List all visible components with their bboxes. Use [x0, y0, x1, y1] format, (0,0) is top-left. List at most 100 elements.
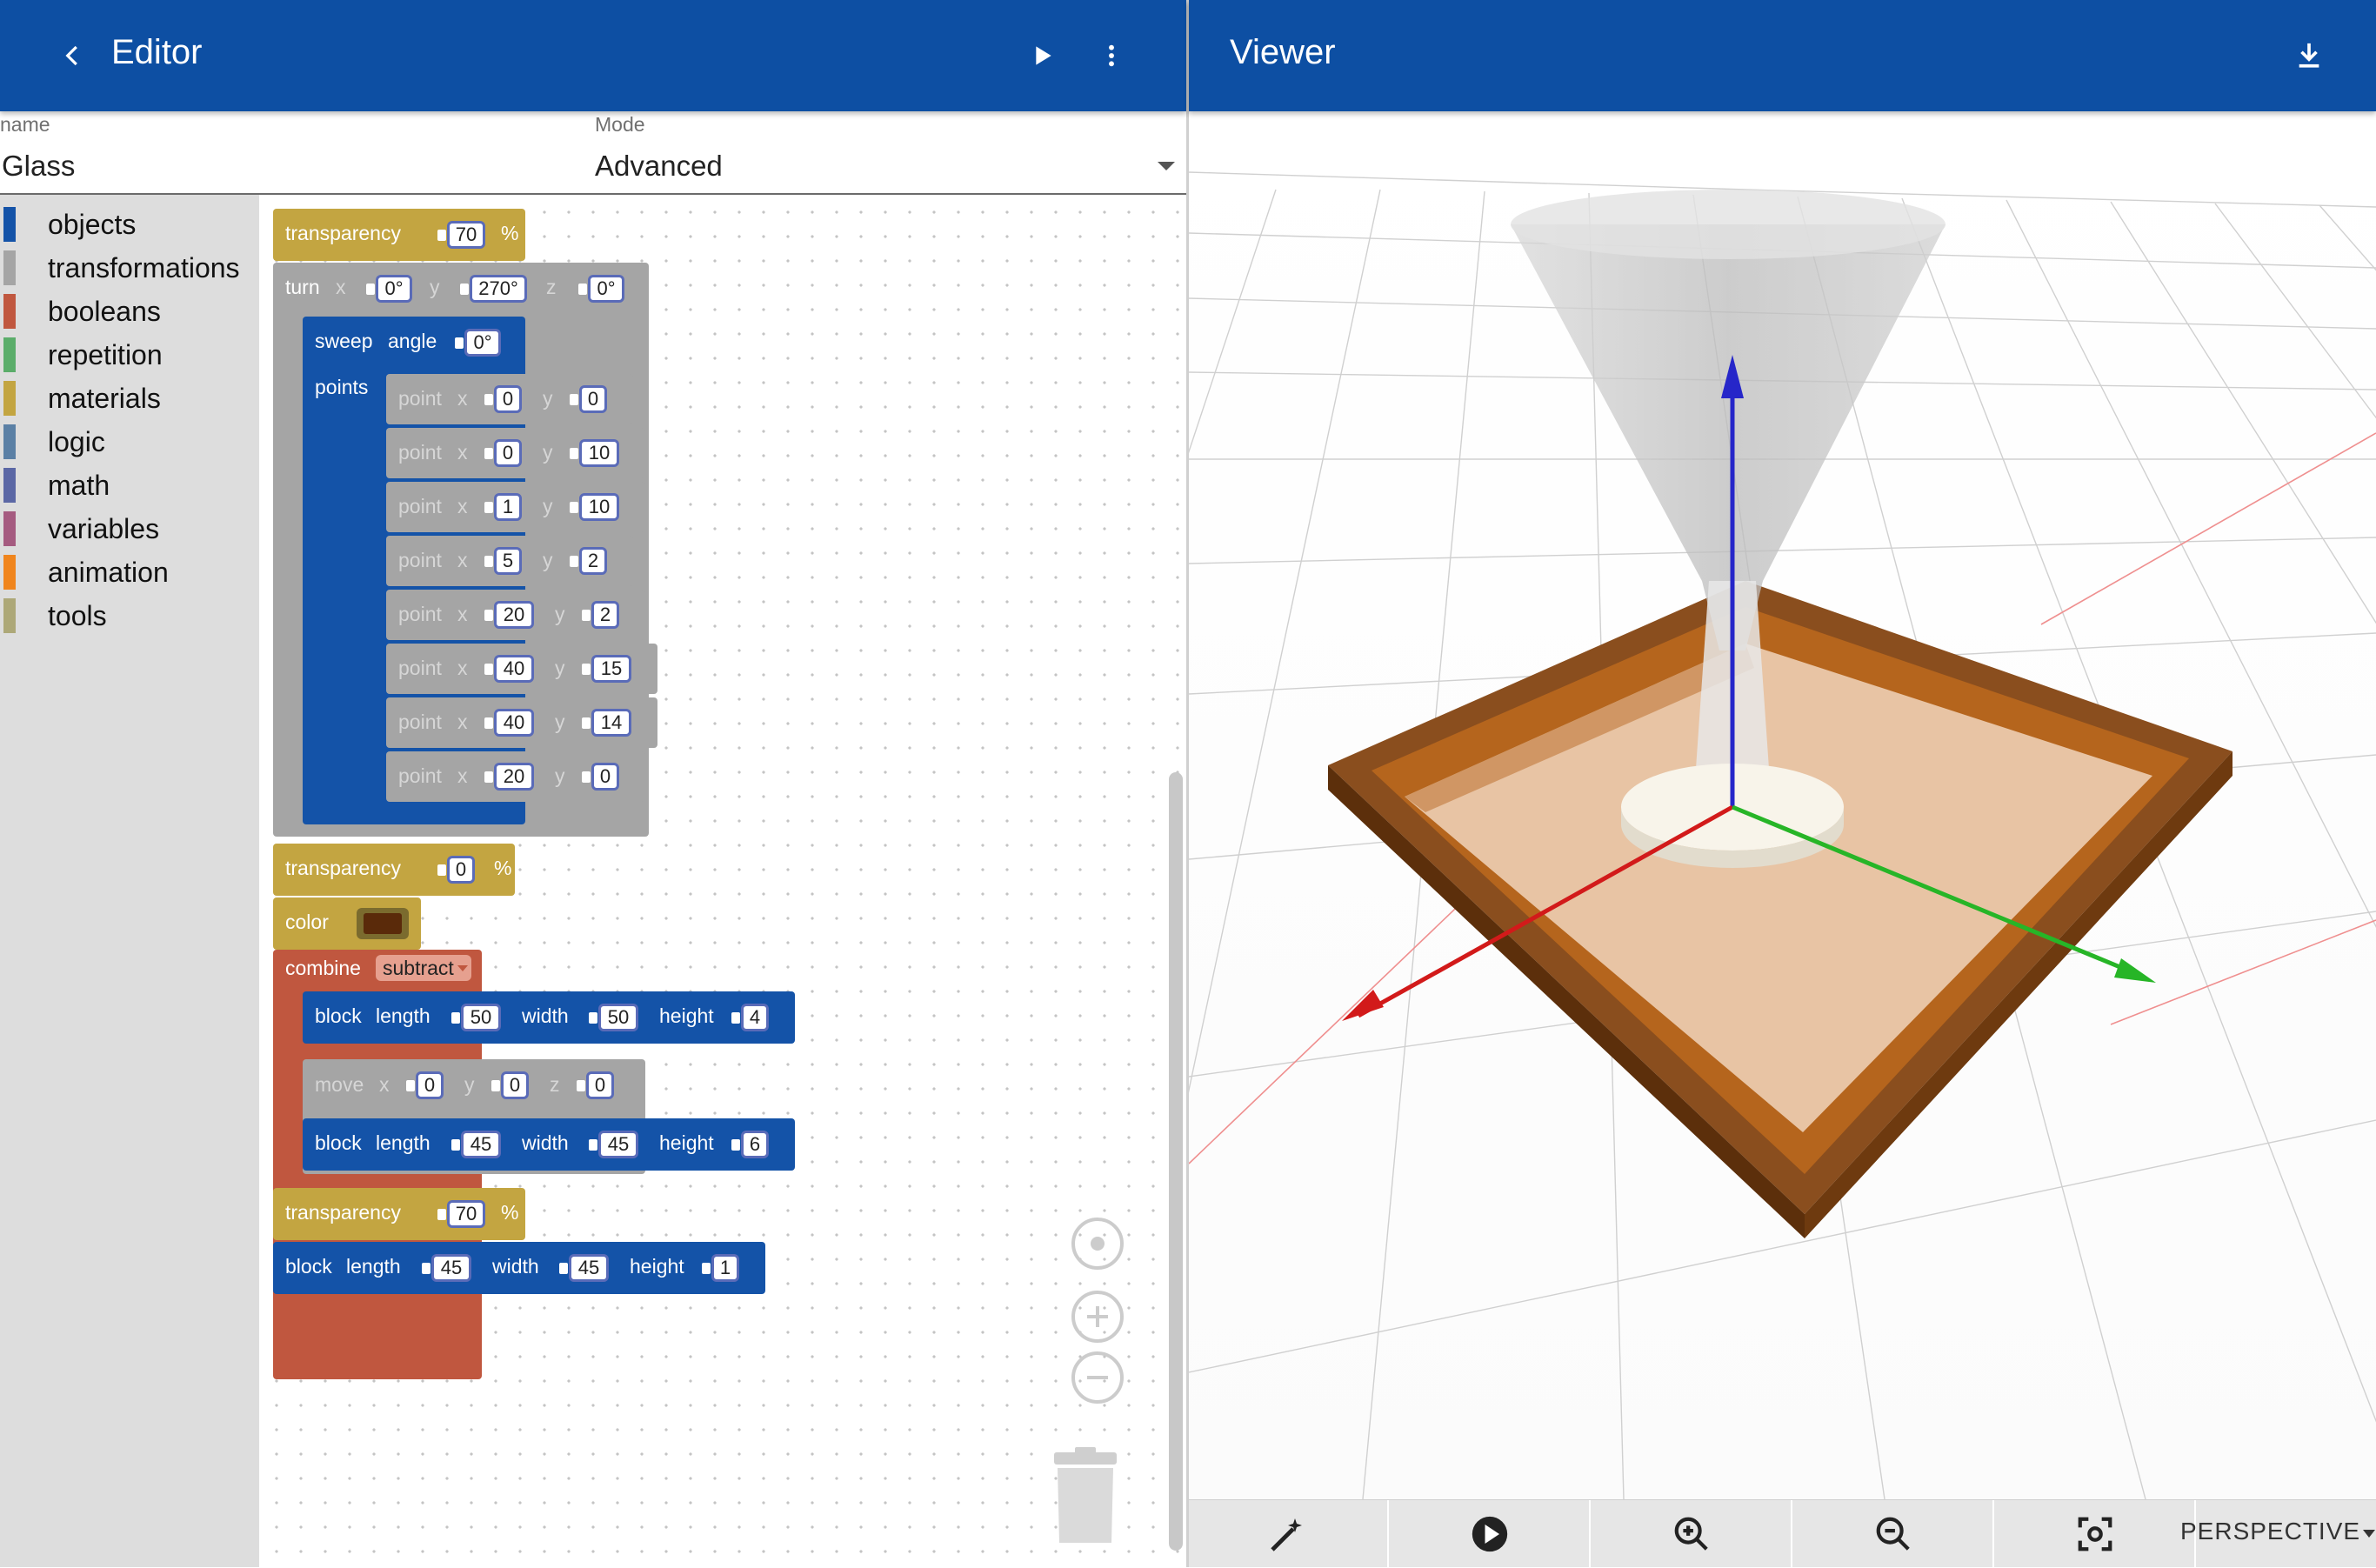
block-label: block: [315, 1004, 362, 1027]
height-label: height: [630, 1255, 684, 1278]
point-x-value[interactable]: 0: [484, 385, 522, 413]
block-block[interactable]: block length 45 width 45 height 1: [273, 1242, 765, 1294]
viewer-zoom-out-button[interactable]: [1794, 1500, 1994, 1568]
transparency-block[interactable]: transparency 70 %: [273, 209, 525, 261]
move-y-value[interactable]: 0: [491, 1071, 529, 1099]
transparency-block[interactable]: transparency 0 %: [273, 844, 515, 896]
length-value[interactable]: 50: [451, 1004, 501, 1031]
workspace-scrollbar[interactable]: [1169, 772, 1183, 1551]
point-block[interactable]: point x 0 y 0: [386, 374, 633, 424]
toolbox-category-objects[interactable]: objects: [0, 202, 259, 245]
point-block[interactable]: point x 0 y 10: [386, 428, 645, 478]
point-block[interactable]: point x 40 y 15: [386, 644, 657, 694]
point-block[interactable]: point x 40 y 14: [386, 697, 657, 748]
color-block[interactable]: color: [273, 897, 421, 950]
color-swatch[interactable]: [357, 908, 409, 939]
chevron-down-icon: [457, 965, 468, 971]
block-label: color: [285, 911, 329, 933]
point-y-value[interactable]: 10: [570, 439, 619, 467]
point-y-value[interactable]: 0: [570, 385, 607, 413]
3d-scene: [840, 111, 2376, 1500]
editor-panel: Editor name Glass Mode Advanced objects …: [0, 0, 1186, 1567]
point-block[interactable]: point x 1 y 10: [386, 482, 645, 532]
width-value[interactable]: 45: [589, 1131, 638, 1158]
length-value[interactable]: 45: [451, 1131, 501, 1158]
transparency-value[interactable]: 70: [437, 1200, 485, 1228]
turn-y-value[interactable]: 270°: [460, 275, 527, 303]
mode-select[interactable]: Advanced: [595, 150, 723, 183]
sweep-angle-value[interactable]: 0°: [455, 329, 501, 357]
height-value[interactable]: 1: [702, 1254, 739, 1282]
point-x-value[interactable]: 1: [484, 493, 522, 521]
editor-app-bar: Editor: [0, 0, 1186, 111]
toolbox-category-variables[interactable]: variables: [0, 506, 259, 550]
run-button[interactable]: [1019, 33, 1065, 78]
category-label: transformations: [48, 252, 240, 284]
point-x-value[interactable]: 0: [484, 439, 522, 467]
move-x-value[interactable]: 0: [406, 1071, 444, 1099]
zoom-out-button[interactable]: [1071, 1351, 1124, 1404]
transparency-value[interactable]: 70: [437, 221, 485, 249]
turn-x-value[interactable]: 0°: [366, 275, 412, 303]
toolbox-category-animation[interactable]: animation: [0, 550, 259, 593]
trash-button[interactable]: [1051, 1447, 1120, 1546]
point-x-value[interactable]: 40: [484, 655, 534, 683]
recenter-button[interactable]: [1071, 1218, 1124, 1270]
turn-z-value[interactable]: 0°: [578, 275, 624, 303]
move-z-value[interactable]: 0: [577, 1071, 614, 1099]
transparency-block[interactable]: transparency 70 %: [273, 1188, 525, 1240]
point-x-value[interactable]: 20: [484, 601, 534, 629]
point-block[interactable]: point x 20 y 2: [386, 590, 645, 640]
width-value[interactable]: 50: [589, 1004, 638, 1031]
x-label: x: [457, 387, 468, 410]
toolbox-category-transformations[interactable]: transformations: [0, 245, 259, 289]
download-button[interactable]: [2285, 31, 2333, 80]
name-input[interactable]: Glass: [2, 150, 75, 183]
toolbox-category-repetition[interactable]: repetition: [0, 332, 259, 376]
block-block[interactable]: block length 45 width 45 height 6: [303, 1118, 795, 1171]
width-label: width: [492, 1255, 539, 1278]
height-value[interactable]: 4: [731, 1004, 769, 1031]
toolbox-category-math[interactable]: math: [0, 463, 259, 506]
block-label: transparency: [285, 857, 401, 879]
combine-op-dropdown[interactable]: subtract: [376, 955, 471, 981]
point-y-value[interactable]: 2: [570, 547, 607, 575]
3d-viewport[interactable]: [840, 111, 2376, 1500]
toolbox-category-tools[interactable]: tools: [0, 593, 259, 637]
height-value[interactable]: 6: [731, 1131, 769, 1158]
viewer-zoom-in-button[interactable]: [1592, 1500, 1792, 1568]
toolbox-category-logic[interactable]: logic: [0, 419, 259, 463]
viewer-title: Viewer: [1230, 33, 1336, 71]
category-label: animation: [48, 557, 169, 588]
more-options-button[interactable]: [1089, 33, 1134, 78]
dropdown-arrow-icon[interactable]: [1157, 160, 1176, 172]
back-button[interactable]: [50, 33, 96, 78]
transparency-value[interactable]: 0: [437, 856, 475, 884]
chevron-down-icon: [2363, 1530, 2375, 1538]
animate-button[interactable]: [1391, 1500, 1591, 1568]
block-label: turn: [285, 276, 320, 298]
category-swatch: [3, 207, 16, 242]
point-x-value[interactable]: 5: [484, 547, 522, 575]
toolbox-category-booleans[interactable]: booleans: [0, 289, 259, 332]
point-block[interactable]: point x 5 y 2: [386, 536, 633, 586]
blockly-workspace[interactable]: transparency 70 % turn x 0° y 270° z 0° …: [259, 195, 1186, 1567]
point-x-value[interactable]: 40: [484, 709, 534, 737]
category-swatch: [3, 424, 16, 459]
point-y-value[interactable]: 10: [570, 493, 619, 521]
point-y-value[interactable]: 15: [582, 655, 631, 683]
wand-button[interactable]: [1189, 1500, 1389, 1568]
focus-button[interactable]: [1996, 1500, 2196, 1568]
block-block[interactable]: block length 50 width 50 height 4: [303, 991, 795, 1044]
width-value[interactable]: 45: [559, 1254, 609, 1282]
projection-select[interactable]: PERSPECTIVE: [2180, 1500, 2376, 1568]
point-x-value[interactable]: 20: [484, 763, 534, 791]
point-y-value[interactable]: 0: [582, 763, 619, 791]
y-label: y: [555, 764, 565, 787]
point-block[interactable]: point x 20 y 0: [386, 751, 645, 802]
length-value[interactable]: 45: [422, 1254, 471, 1282]
toolbox-category-materials[interactable]: materials: [0, 376, 259, 419]
point-y-value[interactable]: 2: [582, 601, 619, 629]
zoom-in-button[interactable]: [1071, 1291, 1124, 1343]
point-y-value[interactable]: 14: [582, 709, 631, 737]
